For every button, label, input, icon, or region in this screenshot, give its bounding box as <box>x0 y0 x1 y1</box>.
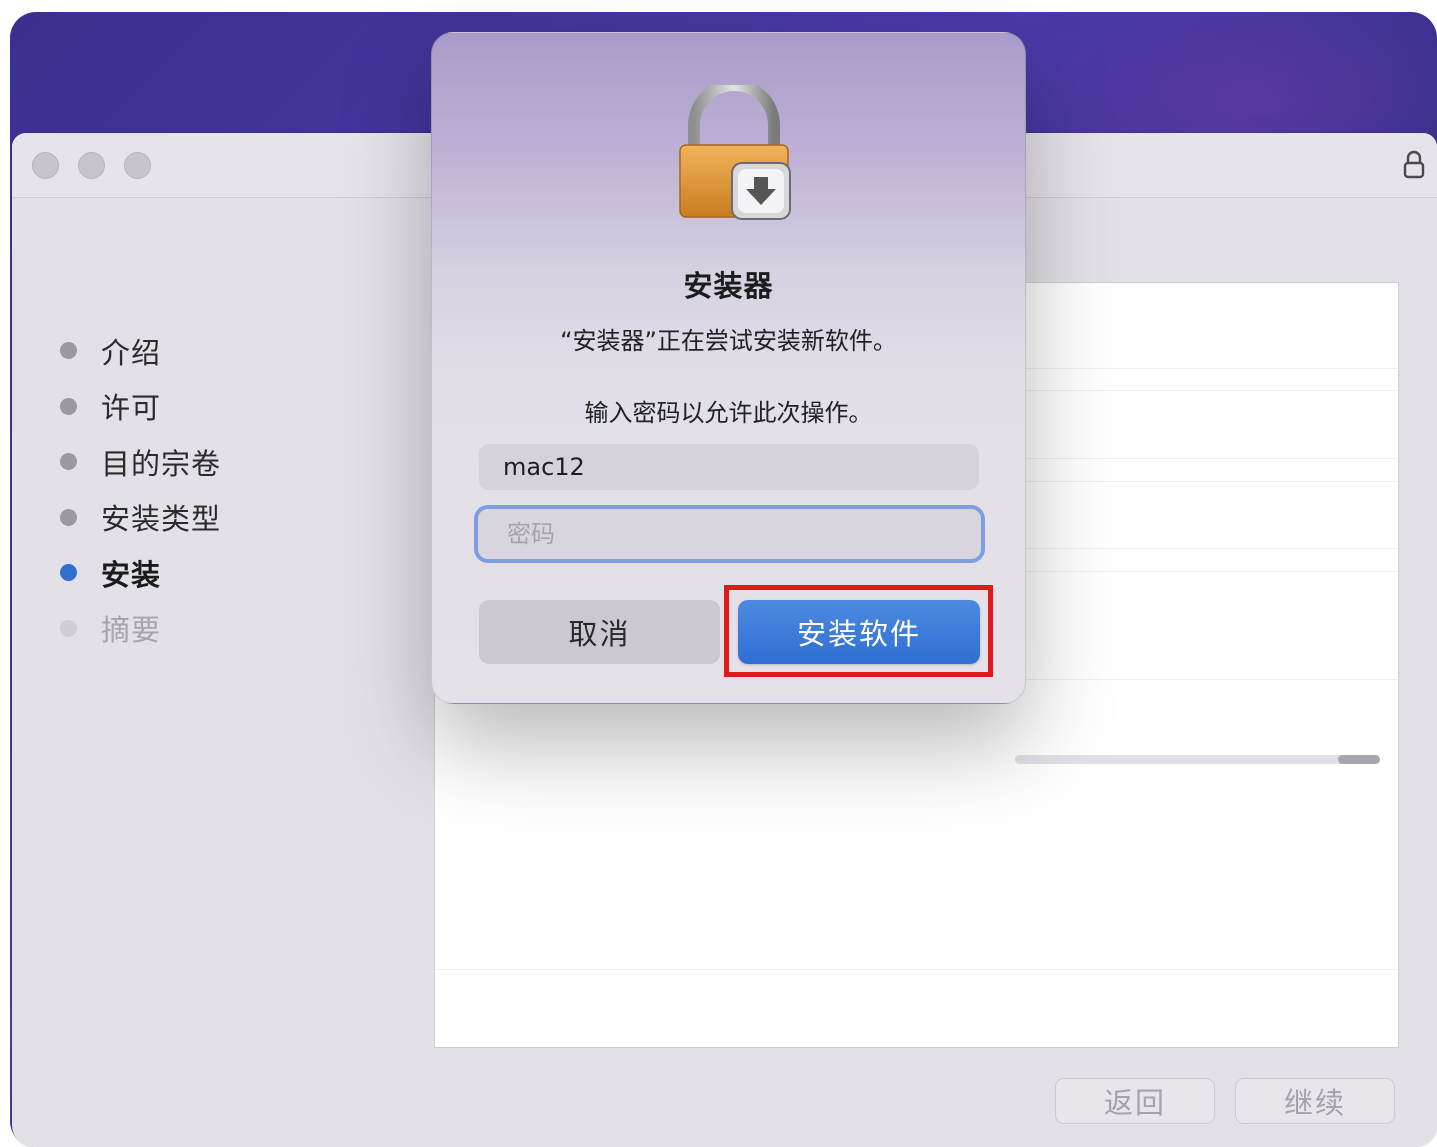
step-label: 安装类型 <box>101 502 222 537</box>
dialog-info-text: 输入密码以允许此次操作。 <box>584 399 873 427</box>
install-software-button[interactable]: 安装软件 <box>738 600 980 664</box>
step-label: 许可 <box>101 391 162 426</box>
step-label: 介绍 <box>101 335 162 370</box>
install-progress-fill <box>1338 755 1380 764</box>
install-progress-bar <box>1015 755 1380 764</box>
back-button[interactable]: 返回 <box>1055 1078 1215 1124</box>
step-install: 安装 <box>60 545 221 601</box>
step-bullet <box>60 397 77 415</box>
step-install-type: 安装类型 <box>60 490 221 546</box>
zoom-window-button[interactable] <box>124 152 151 179</box>
lock-icon <box>1403 150 1425 179</box>
cancel-button[interactable]: 取消 <box>479 600 720 664</box>
step-label: 目的宗卷 <box>101 446 222 481</box>
step-label: 摘要 <box>101 613 162 648</box>
step-label: 安装 <box>101 557 162 592</box>
lock-installer-icon <box>679 85 791 220</box>
step-bullet <box>60 453 77 471</box>
step-intro: 介绍 <box>60 323 221 379</box>
step-destination: 目的宗卷 <box>60 434 221 490</box>
close-window-button[interactable] <box>32 152 59 179</box>
step-summary: 摘要 <box>60 601 221 657</box>
minimize-window-button[interactable] <box>78 152 105 179</box>
dialog-message: “安装器”正在尝试安装新软件。 <box>560 327 897 355</box>
continue-button[interactable]: 继续 <box>1235 1078 1395 1124</box>
divider <box>435 969 1398 970</box>
step-bullet <box>60 508 77 526</box>
step-bullet <box>60 342 77 360</box>
step-license: 许可 <box>60 379 221 435</box>
installer-steps: 介绍 许可 目的宗卷 安装类型 安装 摘要 <box>60 323 221 656</box>
auth-dialog: 安装器 “安装器”正在尝试安装新软件。 输入密码以允许此次操作。 mac12 取… <box>431 32 1026 704</box>
dialog-title: 安装器 <box>683 269 774 303</box>
password-field-frame <box>474 505 985 563</box>
username-field[interactable]: mac12 <box>479 444 979 490</box>
step-bullet <box>60 619 77 637</box>
step-bullet-active <box>60 564 77 582</box>
password-input[interactable] <box>505 519 981 549</box>
